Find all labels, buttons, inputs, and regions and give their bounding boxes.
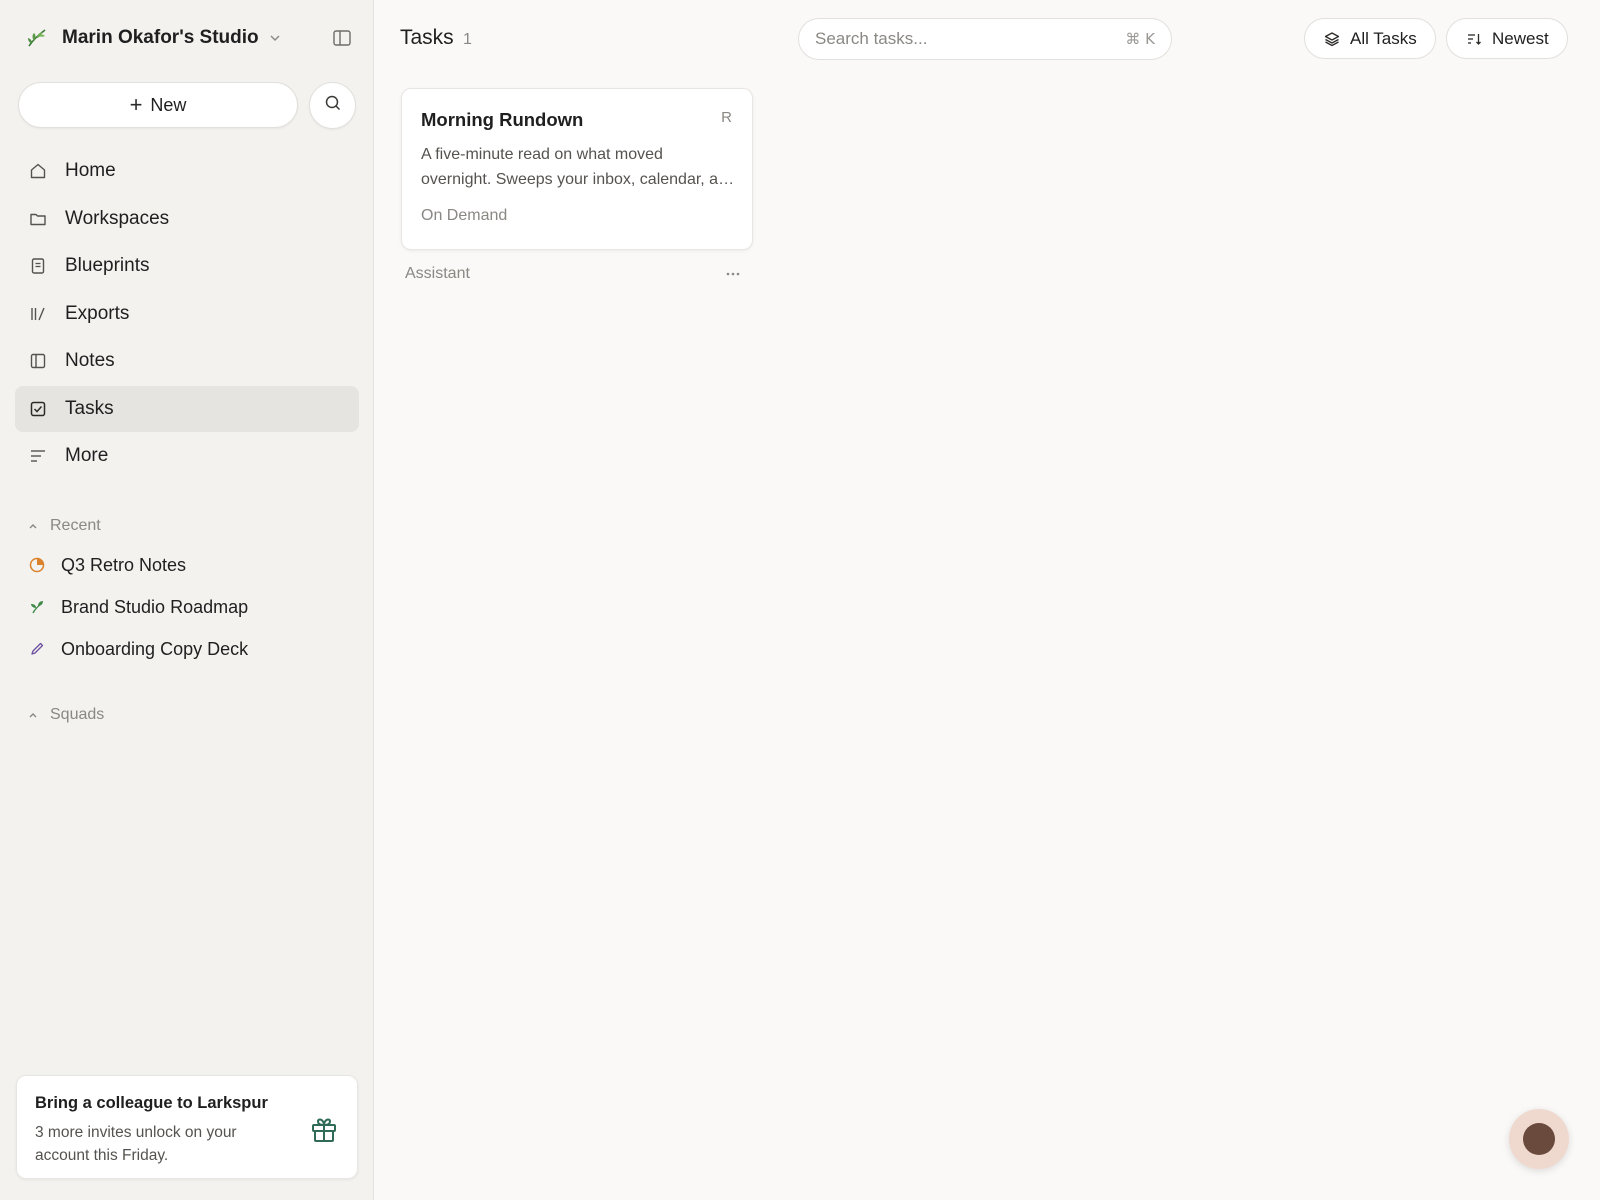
sidebar-item-tasks[interactable]: Tasks [15, 385, 359, 432]
plus-icon: + [129, 92, 143, 117]
task-description: A five-minute read on what moved overnig… [421, 142, 739, 192]
task-description-line-1: A five-minute read on what moved [421, 146, 663, 163]
recent-item-brand-studio-roadmap[interactable]: Brand Studio Roadmap [28, 586, 348, 628]
assistant-launcher-button[interactable] [1509, 1109, 1569, 1169]
recent-item-onboarding-copy-deck[interactable]: Onboarding Copy Deck [28, 628, 348, 670]
recent-list: Q3 Retro Notes Brand Studio Roadmap Onbo… [28, 544, 348, 670]
filter-label: All Tasks [1350, 28, 1417, 48]
search-input[interactable] [815, 29, 1126, 49]
task-card[interactable]: Morning Rundown R A five-minute read on … [401, 88, 753, 250]
more-options-icon[interactable] [724, 264, 742, 284]
sidebar-item-label: Home [65, 160, 116, 181]
sidebar-item-label: More [65, 445, 109, 466]
workspace-name: Marin Okafor's Studio [62, 27, 259, 48]
sort-icon [1465, 30, 1483, 48]
recent-section-header[interactable]: Recent [28, 516, 101, 536]
sidebar-item-blueprints[interactable]: Blueprints [15, 243, 359, 289]
chevron-down-icon [269, 31, 283, 45]
layers-icon [1323, 30, 1341, 48]
chevron-up-icon [28, 709, 40, 721]
filter-all-tasks-button[interactable]: All Tasks [1304, 18, 1436, 59]
invite-card[interactable]: Bring a colleague to Larkspur 3 more inv… [16, 1075, 358, 1179]
sidebar-item-home[interactable]: Home [15, 148, 359, 194]
recent-item-q3-retro-notes[interactable]: Q3 Retro Notes [28, 544, 348, 586]
task-owner-label: Assistant [405, 265, 470, 282]
sidebar-nav: Home Workspaces Blueprints Exports Notes [15, 148, 359, 481]
home-icon [28, 161, 48, 181]
sidebar-item-label: Tasks [65, 397, 114, 419]
new-button-label: New [150, 94, 187, 115]
sidebar-item-label: Exports [65, 302, 130, 324]
notebook-icon [28, 351, 48, 371]
task-trigger-label: On Demand [421, 207, 508, 224]
gift-icon [309, 1114, 339, 1144]
folder-icon [28, 209, 48, 229]
sidebar-item-notes[interactable]: Notes [15, 338, 359, 384]
sidebar-item-workspaces[interactable]: Workspaces [15, 196, 359, 242]
pie-icon [28, 556, 46, 574]
document-icon [28, 256, 48, 276]
task-search-field[interactable]: ⌘ K [798, 18, 1172, 60]
sidebar: Marin Okafor's Studio + New Home Workspa… [0, 0, 374, 1200]
invite-title: Bring a colleague to Larkspur [35, 1094, 268, 1112]
task-title: Morning Rundown [421, 109, 584, 130]
assistant-avatar-icon [1523, 1123, 1555, 1155]
page-title: Tasks [400, 26, 454, 49]
sidebar-item-label: Blueprints [65, 255, 150, 276]
recent-item-label: Q3 Retro Notes [61, 554, 187, 575]
leaf-logo-icon [24, 25, 50, 51]
sidebar-item-exports[interactable]: Exports [15, 291, 359, 337]
recent-heading: Recent [50, 517, 101, 534]
keyboard-shortcut-hint: ⌘ K [1125, 30, 1155, 48]
squads-heading: Squads [50, 706, 105, 723]
recent-item-label: Brand Studio Roadmap [61, 596, 249, 617]
recent-item-label: Onboarding Copy Deck [61, 638, 249, 659]
sprout-icon [28, 598, 46, 616]
sidebar-toggle-icon[interactable] [330, 26, 354, 50]
sidebar-item-label: Notes [65, 350, 115, 371]
library-icon [28, 304, 48, 324]
task-badge: R [721, 109, 732, 126]
chevron-up-icon [28, 520, 40, 532]
search-icon [324, 94, 342, 117]
task-count-badge: 1 [463, 31, 472, 48]
sort-newest-button[interactable]: Newest [1446, 18, 1568, 59]
sidebar-item-more[interactable]: More [15, 433, 359, 479]
new-button[interactable]: + New [18, 82, 298, 128]
sidebar-search-button[interactable] [309, 82, 356, 129]
sort-label: Newest [1492, 28, 1549, 48]
checkbox-icon [28, 399, 48, 419]
lines-icon [28, 446, 48, 466]
pen-icon [28, 640, 46, 658]
task-description-line-2: overnight. Sweeps your inbox, calendar, … [421, 171, 739, 188]
sidebar-item-label: Workspaces [65, 207, 170, 229]
invite-body: 3 more invites unlock on your account th… [35, 1124, 237, 1164]
workspace-switcher[interactable]: Marin Okafor's Studio [24, 22, 354, 54]
squads-section-header[interactable]: Squads [28, 705, 104, 725]
